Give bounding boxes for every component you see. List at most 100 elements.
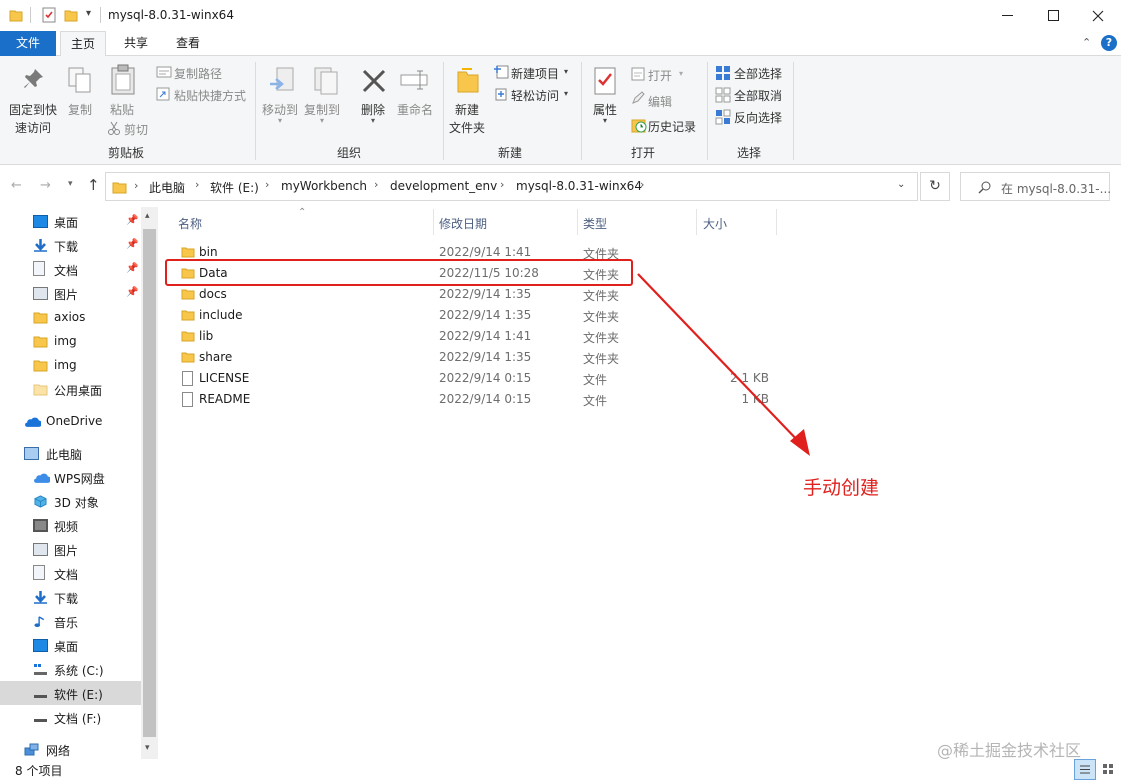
scroll-up-icon[interactable]: ▴: [145, 211, 150, 221]
select-none-icon: [715, 87, 731, 103]
qat-dropdown-icon[interactable]: ▾: [86, 8, 91, 19]
column-divider[interactable]: [776, 209, 777, 235]
nav-item-music[interactable]: 音乐: [0, 609, 140, 633]
history-button[interactable]: 历史记录: [648, 118, 696, 135]
address-history-dropdown-icon[interactable]: ⌄: [897, 179, 905, 190]
select-none-button[interactable]: 全部取消: [734, 87, 782, 104]
forward-icon[interactable]: →: [40, 178, 51, 193]
breadcrumb-separator-icon[interactable]: ›: [500, 178, 504, 191]
nav-item-downloads[interactable]: 下载 📌: [0, 233, 140, 257]
folder-icon: [33, 312, 48, 324]
nav-item-drive-f[interactable]: 文档 (F:): [0, 705, 140, 729]
close-button[interactable]: [1075, 0, 1121, 31]
cut-icon: [108, 121, 120, 135]
properties-qat-icon[interactable]: [41, 7, 57, 23]
breadcrumb-thispc[interactable]: 此电脑: [149, 179, 185, 196]
file-date: 2022/9/14 1:35: [439, 287, 532, 301]
tab-view[interactable]: 查看: [164, 31, 212, 56]
back-icon[interactable]: ←: [11, 178, 22, 193]
nav-item-3d-objects[interactable]: 3D 对象: [0, 489, 140, 513]
tab-home[interactable]: 主页: [60, 31, 106, 57]
search-input[interactable]: 在 mysql-8.0.31-...: [960, 172, 1111, 201]
new-item-dropdown-icon[interactable]: ▾: [564, 67, 568, 76]
nav-scrollbar-thumb[interactable]: [143, 229, 156, 737]
breadcrumb-separator-icon[interactable]: ›: [640, 178, 644, 191]
move-to-icon: [270, 67, 294, 91]
nav-item-videos[interactable]: 视频: [0, 513, 140, 537]
nav-item-img[interactable]: img: [0, 329, 140, 353]
help-icon[interactable]: ?: [1101, 35, 1117, 51]
nav-item-onedrive[interactable]: OneDrive: [0, 409, 140, 433]
nav-item-pictures-pc[interactable]: 图片: [0, 537, 140, 561]
refresh-button[interactable]: ↻: [920, 172, 950, 201]
nav-item-pictures[interactable]: 图片 📌: [0, 281, 140, 305]
maximize-button[interactable]: [1030, 0, 1076, 31]
breadcrumb-drive-e[interactable]: 软件 (E:): [210, 179, 259, 196]
recent-locations-icon[interactable]: ▾: [68, 179, 73, 189]
easy-access-button[interactable]: 轻松访问: [511, 87, 559, 104]
scroll-down-icon[interactable]: ▾: [145, 743, 150, 753]
invert-selection-button[interactable]: 反向选择: [734, 109, 782, 126]
pin-quick-access-label-2[interactable]: 速访问: [15, 119, 51, 136]
nav-item-wps-drive[interactable]: WPS网盘: [0, 465, 140, 489]
new-folder-label-2[interactable]: 文件夹: [449, 119, 485, 136]
tab-file[interactable]: 文件: [0, 31, 56, 56]
new-folder-label-1[interactable]: 新建: [455, 101, 479, 118]
breadcrumb-separator-icon[interactable]: ›: [374, 178, 378, 191]
column-divider[interactable]: [577, 209, 578, 235]
minimize-button[interactable]: [984, 0, 1030, 31]
breadcrumb-myworkbench[interactable]: myWorkbench: [281, 179, 367, 193]
nav-item-desktop-pc[interactable]: 桌面: [0, 633, 140, 657]
nav-item-thispc[interactable]: 此电脑: [0, 441, 140, 465]
new-item-button[interactable]: 新建项目: [511, 65, 559, 82]
file-name: share: [199, 350, 233, 364]
nav-item-drive-e[interactable]: 软件 (E:): [0, 681, 141, 705]
column-header-date[interactable]: 修改日期: [439, 215, 487, 232]
tab-share[interactable]: 共享: [112, 31, 160, 56]
column-divider[interactable]: [433, 209, 434, 235]
paste-shortcut-button[interactable]: 粘贴快捷方式: [174, 87, 246, 104]
copy-path-button[interactable]: 复制路径: [174, 65, 222, 82]
nav-item-network[interactable]: 网络: [0, 737, 140, 761]
navigation-pane[interactable]: 桌面 📌 下载 📌 文档 📌 图片 📌 axios img img 公用桌面 O…: [0, 207, 158, 759]
details-view-button[interactable]: [1074, 759, 1096, 780]
breadcrumb-development-env[interactable]: development_env: [390, 179, 497, 193]
copy-button[interactable]: 复制: [68, 101, 92, 118]
nav-item-label: 网络: [46, 744, 71, 758]
rename-button[interactable]: 重命名: [397, 101, 433, 118]
nav-item-public-desktop[interactable]: 公用桌面: [0, 377, 140, 401]
properties-dropdown-icon[interactable]: ▾: [603, 116, 607, 125]
nav-item-desktop[interactable]: 桌面 📌: [0, 209, 140, 233]
column-header-size[interactable]: 大小: [703, 215, 727, 232]
folder-icon: [33, 336, 48, 348]
nav-item-img-2[interactable]: img: [0, 353, 140, 377]
up-icon[interactable]: ↑: [87, 176, 100, 194]
nav-item-documents-pc[interactable]: 文档: [0, 561, 140, 585]
annotation-text: 手动创建: [803, 477, 880, 499]
nav-item-drive-c[interactable]: 系统 (C:): [0, 657, 140, 681]
column-header-type[interactable]: 类型: [583, 215, 607, 232]
nav-item-documents[interactable]: 文档 📌: [0, 257, 140, 281]
pin-quick-access-label-1[interactable]: 固定到快: [9, 101, 57, 118]
large-icons-view-button[interactable]: [1098, 759, 1120, 780]
nav-item-axios[interactable]: axios: [0, 305, 140, 329]
easy-access-dropdown-icon[interactable]: ▾: [564, 89, 568, 98]
breadcrumb-current[interactable]: mysql-8.0.31-winx64: [516, 179, 642, 193]
column-header-name[interactable]: 名称: [178, 215, 202, 232]
paste-button[interactable]: 粘贴: [110, 101, 134, 118]
collapse-ribbon-icon[interactable]: ⌃: [1082, 36, 1091, 49]
breadcrumb-separator-icon[interactable]: ›: [195, 178, 199, 191]
file-icon: [182, 392, 193, 407]
file-type: 文件夹: [583, 352, 620, 366]
copy-icon: [68, 67, 91, 93]
cut-button[interactable]: 剪切: [124, 121, 148, 138]
breadcrumb-separator-icon[interactable]: ›: [265, 178, 269, 191]
select-all-button[interactable]: 全部选择: [734, 65, 782, 82]
new-folder-qat-icon[interactable]: [64, 8, 79, 22]
nav-item-downloads-pc[interactable]: 下载: [0, 585, 140, 609]
delete-dropdown-icon[interactable]: ▾: [371, 116, 375, 125]
edit-button[interactable]: 编辑: [648, 93, 672, 110]
column-divider[interactable]: [696, 209, 697, 235]
open-dropdown-icon: ▾: [679, 69, 684, 78]
open-button[interactable]: 打开: [648, 67, 672, 84]
